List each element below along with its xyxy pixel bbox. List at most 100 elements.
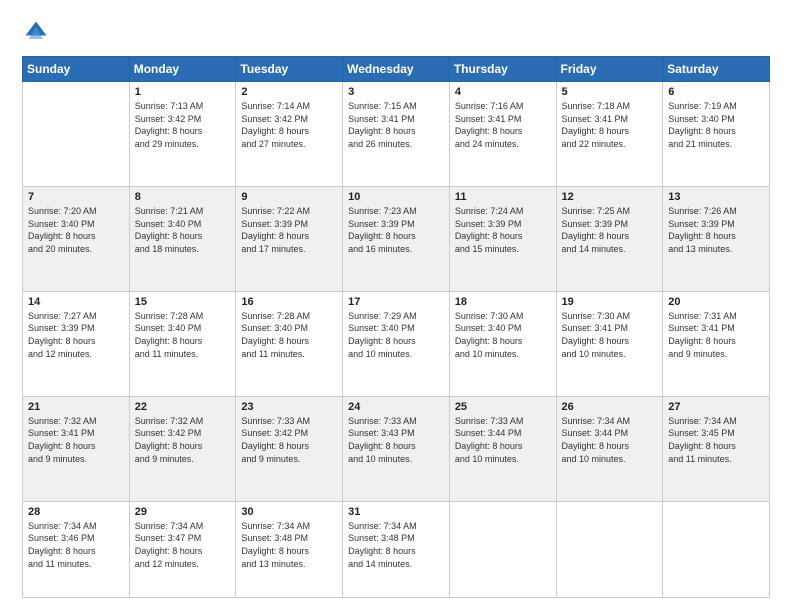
- week-row-4: 21 Sunrise: 7:32 AMSunset: 3:41 PMDayligh…: [23, 396, 770, 501]
- day-number: 8: [135, 191, 231, 203]
- calendar-cell: 23 Sunrise: 7:33 AMSunset: 3:42 PMDayligh…: [236, 396, 343, 501]
- cell-info: Sunrise: 7:34 AMSunset: 3:45 PMDaylight:…: [668, 415, 764, 465]
- header: [22, 18, 770, 46]
- cell-info: Sunrise: 7:29 AMSunset: 3:40 PMDaylight:…: [348, 310, 444, 360]
- day-number: 12: [562, 191, 658, 203]
- day-number: 2: [241, 86, 337, 98]
- calendar-cell: [556, 501, 663, 597]
- weekday-header-thursday: Thursday: [449, 57, 556, 82]
- calendar-cell: 26 Sunrise: 7:34 AMSunset: 3:44 PMDayligh…: [556, 396, 663, 501]
- day-number: 1: [135, 86, 231, 98]
- cell-info: Sunrise: 7:33 AMSunset: 3:43 PMDaylight:…: [348, 415, 444, 465]
- weekday-header-tuesday: Tuesday: [236, 57, 343, 82]
- calendar-cell: 13 Sunrise: 7:26 AMSunset: 3:39 PMDayligh…: [663, 186, 770, 291]
- day-number: 25: [455, 401, 551, 413]
- day-number: 22: [135, 401, 231, 413]
- cell-info: Sunrise: 7:15 AMSunset: 3:41 PMDaylight:…: [348, 100, 444, 150]
- calendar-cell: 20Sunrise: 7:31 AMSunset: 3:41 PMDayligh…: [663, 291, 770, 396]
- calendar-cell: 19Sunrise: 7:30 AMSunset: 3:41 PMDayligh…: [556, 291, 663, 396]
- calendar-cell: 3 Sunrise: 7:15 AMSunset: 3:41 PMDaylight…: [343, 82, 450, 187]
- cell-info: Sunrise: 7:24 AMSunset: 3:39 PMDaylight:…: [455, 205, 551, 255]
- weekday-header-monday: Monday: [129, 57, 236, 82]
- calendar-cell: 24 Sunrise: 7:33 AMSunset: 3:43 PMDayligh…: [343, 396, 450, 501]
- day-number: 20: [668, 296, 764, 308]
- calendar-cell: 2 Sunrise: 7:14 AMSunset: 3:42 PMDaylight…: [236, 82, 343, 187]
- calendar-cell: 27 Sunrise: 7:34 AMSunset: 3:45 PMDayligh…: [663, 396, 770, 501]
- calendar-cell: 14Sunrise: 7:27 AMSunset: 3:39 PMDayligh…: [23, 291, 130, 396]
- day-number: 27: [668, 401, 764, 413]
- cell-info: Sunrise: 7:28 AMSunset: 3:40 PMDaylight:…: [241, 310, 337, 360]
- calendar-cell: 5 Sunrise: 7:18 AMSunset: 3:41 PMDaylight…: [556, 82, 663, 187]
- cell-info: Sunrise: 7:23 AMSunset: 3:39 PMDaylight:…: [348, 205, 444, 255]
- calendar-cell: 4Sunrise: 7:16 AMSunset: 3:41 PMDaylight…: [449, 82, 556, 187]
- day-number: 4: [455, 86, 551, 98]
- calendar-cell: 1 Sunrise: 7:13 AMSunset: 3:42 PMDaylight…: [129, 82, 236, 187]
- cell-info: Sunrise: 7:32 AMSunset: 3:42 PMDaylight:…: [135, 415, 231, 465]
- cell-info: Sunrise: 7:28 AMSunset: 3:40 PMDaylight:…: [135, 310, 231, 360]
- day-number: 16: [241, 296, 337, 308]
- cell-info: Sunrise: 7:18 AMSunset: 3:41 PMDaylight:…: [562, 100, 658, 150]
- cell-info: Sunrise: 7:32 AMSunset: 3:41 PMDaylight:…: [28, 415, 124, 465]
- day-number: 6: [668, 86, 764, 98]
- day-number: 11: [455, 191, 551, 203]
- calendar-cell: 18 Sunrise: 7:30 AMSunset: 3:40 PMDayligh…: [449, 291, 556, 396]
- calendar-cell: 7 Sunrise: 7:20 AMSunset: 3:40 PMDaylight…: [23, 186, 130, 291]
- page: SundayMondayTuesdayWednesdayThursdayFrid…: [0, 0, 792, 612]
- cell-info: Sunrise: 7:14 AMSunset: 3:42 PMDaylight:…: [241, 100, 337, 150]
- cell-info: Sunrise: 7:34 AMSunset: 3:44 PMDaylight:…: [562, 415, 658, 465]
- calendar-cell: 28Sunrise: 7:34 AMSunset: 3:46 PMDayligh…: [23, 501, 130, 597]
- calendar-cell: 16 Sunrise: 7:28 AMSunset: 3:40 PMDayligh…: [236, 291, 343, 396]
- calendar-cell: 31 Sunrise: 7:34 AMSunset: 3:48 PMDayligh…: [343, 501, 450, 597]
- calendar-cell: 11 Sunrise: 7:24 AMSunset: 3:39 PMDayligh…: [449, 186, 556, 291]
- calendar-cell: 25 Sunrise: 7:33 AMSunset: 3:44 PMDayligh…: [449, 396, 556, 501]
- calendar-cell: 21 Sunrise: 7:32 AMSunset: 3:41 PMDayligh…: [23, 396, 130, 501]
- day-number: 9: [241, 191, 337, 203]
- cell-info: Sunrise: 7:22 AMSunset: 3:39 PMDaylight:…: [241, 205, 337, 255]
- weekday-header-wednesday: Wednesday: [343, 57, 450, 82]
- cell-info: Sunrise: 7:21 AMSunset: 3:40 PMDaylight:…: [135, 205, 231, 255]
- cell-info: Sunrise: 7:19 AMSunset: 3:40 PMDaylight:…: [668, 100, 764, 150]
- cell-info: Sunrise: 7:13 AMSunset: 3:42 PMDaylight:…: [135, 100, 231, 150]
- cell-info: Sunrise: 7:33 AMSunset: 3:42 PMDaylight:…: [241, 415, 337, 465]
- day-number: 18: [455, 296, 551, 308]
- calendar-cell: 29 Sunrise: 7:34 AMSunset: 3:47 PMDayligh…: [129, 501, 236, 597]
- day-number: 21: [28, 401, 124, 413]
- day-number: 29: [135, 506, 231, 518]
- weekday-header-sunday: Sunday: [23, 57, 130, 82]
- day-number: 31: [348, 506, 444, 518]
- calendar-cell: [23, 82, 130, 187]
- cell-info: Sunrise: 7:34 AMSunset: 3:47 PMDaylight:…: [135, 520, 231, 570]
- day-number: 3: [348, 86, 444, 98]
- calendar-cell: [663, 501, 770, 597]
- day-number: 23: [241, 401, 337, 413]
- day-number: 24: [348, 401, 444, 413]
- day-number: 26: [562, 401, 658, 413]
- cell-info: Sunrise: 7:20 AMSunset: 3:40 PMDaylight:…: [28, 205, 124, 255]
- calendar-cell: 15 Sunrise: 7:28 AMSunset: 3:40 PMDayligh…: [129, 291, 236, 396]
- day-number: 14: [28, 296, 124, 308]
- calendar-cell: 22 Sunrise: 7:32 AMSunset: 3:42 PMDayligh…: [129, 396, 236, 501]
- cell-info: Sunrise: 7:34 AMSunset: 3:48 PMDaylight:…: [348, 520, 444, 570]
- calendar-cell: [449, 501, 556, 597]
- day-number: 13: [668, 191, 764, 203]
- day-number: 19: [562, 296, 658, 308]
- calendar-table: SundayMondayTuesdayWednesdayThursdayFrid…: [22, 56, 770, 598]
- cell-info: Sunrise: 7:34 AMSunset: 3:48 PMDaylight:…: [241, 520, 337, 570]
- calendar-cell: 6 Sunrise: 7:19 AMSunset: 3:40 PMDaylight…: [663, 82, 770, 187]
- day-number: 28: [28, 506, 124, 518]
- logo-icon: [22, 18, 50, 46]
- day-number: 15: [135, 296, 231, 308]
- calendar-cell: 30Sunrise: 7:34 AMSunset: 3:48 PMDayligh…: [236, 501, 343, 597]
- day-number: 7: [28, 191, 124, 203]
- cell-info: Sunrise: 7:26 AMSunset: 3:39 PMDaylight:…: [668, 205, 764, 255]
- cell-info: Sunrise: 7:25 AMSunset: 3:39 PMDaylight:…: [562, 205, 658, 255]
- week-row-5: 28Sunrise: 7:34 AMSunset: 3:46 PMDayligh…: [23, 501, 770, 597]
- week-row-1: 1 Sunrise: 7:13 AMSunset: 3:42 PMDaylight…: [23, 82, 770, 187]
- weekday-header-friday: Friday: [556, 57, 663, 82]
- cell-info: Sunrise: 7:30 AMSunset: 3:40 PMDaylight:…: [455, 310, 551, 360]
- logo: [22, 18, 54, 46]
- cell-info: Sunrise: 7:33 AMSunset: 3:44 PMDaylight:…: [455, 415, 551, 465]
- day-number: 5: [562, 86, 658, 98]
- week-row-2: 7 Sunrise: 7:20 AMSunset: 3:40 PMDaylight…: [23, 186, 770, 291]
- weekday-header-saturday: Saturday: [663, 57, 770, 82]
